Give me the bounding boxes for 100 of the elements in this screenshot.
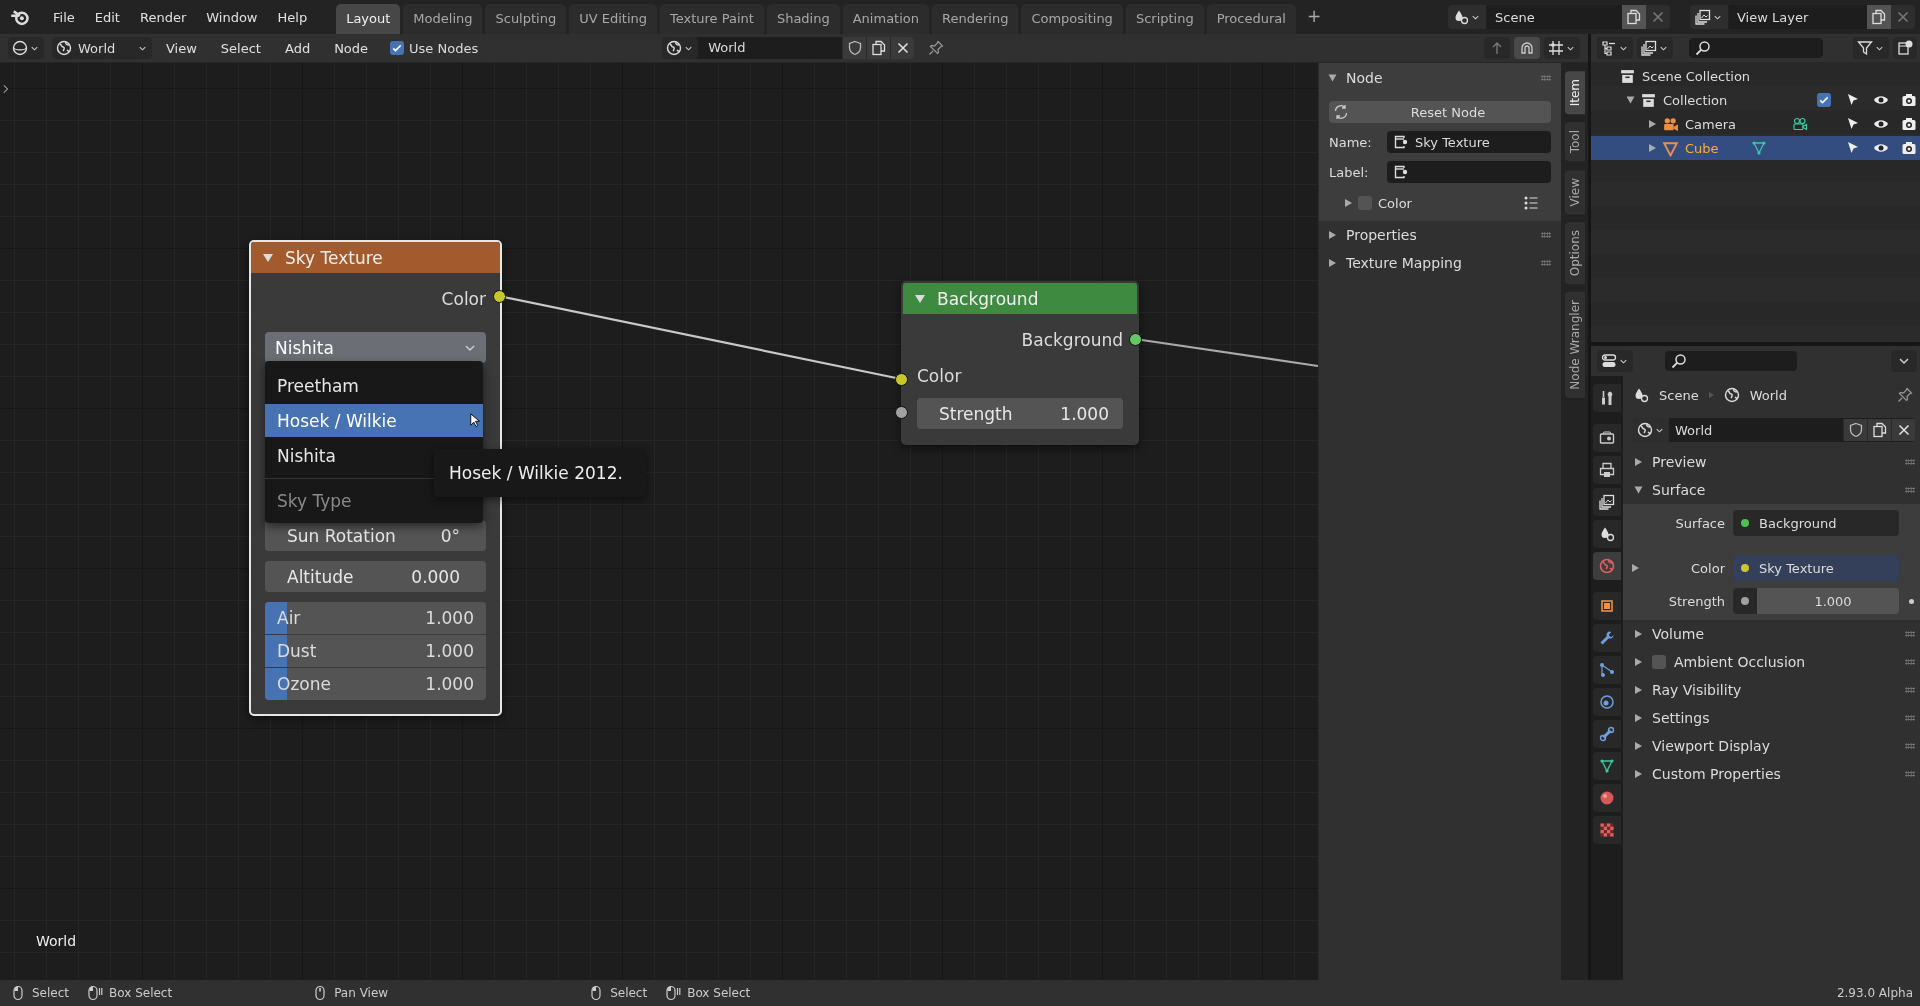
menu-item[interactable]: File xyxy=(44,5,84,29)
use-nodes-checkbox[interactable]: Use Nodes xyxy=(390,40,479,56)
search-field[interactable] xyxy=(1665,351,1797,371)
drag-grip-icon[interactable] xyxy=(1541,75,1551,81)
panel-header[interactable]: Ray Visibility xyxy=(1623,676,1920,704)
object-tab[interactable] xyxy=(1593,592,1621,620)
material-tab[interactable] xyxy=(1593,784,1621,812)
menu-item[interactable]: Select xyxy=(210,37,271,59)
menu-item[interactable]: Edit xyxy=(85,5,129,29)
drag-grip-icon[interactable] xyxy=(1905,659,1915,665)
camera-icon[interactable] xyxy=(1901,92,1917,108)
menu-option[interactable]: Preetham xyxy=(265,369,483,402)
breadcrumb-item[interactable]: World xyxy=(1749,387,1787,403)
pin-icon[interactable] xyxy=(1897,387,1913,403)
outliner-row[interactable]: Collection xyxy=(1591,88,1920,112)
checkbox[interactable] xyxy=(1652,655,1666,669)
workspace-tab[interactable]: Modeling xyxy=(403,4,483,34)
panel-header[interactable]: Surface xyxy=(1623,476,1920,504)
texture-tab[interactable] xyxy=(1593,816,1621,844)
snap-button[interactable] xyxy=(1514,37,1540,59)
outliner-row[interactable]: Scene Collection xyxy=(1591,64,1920,88)
search-field[interactable] xyxy=(1689,38,1824,58)
sidebar-tab[interactable]: Options xyxy=(1564,222,1585,285)
editor-type-button[interactable] xyxy=(1597,350,1633,372)
workspace-tab[interactable]: Texture Paint xyxy=(660,4,764,34)
panel-header[interactable]: Viewport Display xyxy=(1623,732,1920,760)
node-title-bar[interactable]: Sky Texture xyxy=(251,242,500,273)
camera-data-icon[interactable] xyxy=(1792,116,1809,132)
camera-icon[interactable] xyxy=(1901,116,1917,132)
workspace-tab[interactable]: Sculpting xyxy=(485,4,567,34)
panel-header[interactable]: Custom Properties xyxy=(1623,760,1920,788)
new-collection-button[interactable] xyxy=(1893,37,1917,59)
drag-grip-icon[interactable] xyxy=(1905,743,1915,749)
panel-header[interactable]: Settings xyxy=(1623,704,1920,732)
workspace-tab[interactable]: UV Editing xyxy=(569,4,657,34)
close-button[interactable] xyxy=(890,37,915,59)
editor-type-button[interactable] xyxy=(8,37,44,59)
workspace-tab[interactable]: Scripting xyxy=(1125,4,1204,34)
drag-grip-icon[interactable] xyxy=(1905,631,1915,637)
drag-grip-icon[interactable] xyxy=(1541,260,1551,266)
menu-item[interactable]: Window xyxy=(197,5,267,29)
disclosure-triangle-icon[interactable] xyxy=(1649,120,1656,128)
display-mode-dropdown[interactable] xyxy=(1637,37,1673,59)
mesh-data-tab[interactable] xyxy=(1593,752,1621,780)
scene-browse-button[interactable] xyxy=(1448,5,1487,29)
add-workspace-button[interactable]: + xyxy=(1298,1,1330,34)
disclosure-triangle-icon[interactable] xyxy=(1649,144,1656,152)
tool-tab[interactable] xyxy=(1593,384,1621,412)
sidebar-tab[interactable]: Node Wrangler xyxy=(1564,292,1585,399)
sidebar-tab[interactable]: Tool xyxy=(1564,122,1585,162)
disclosure-triangle-icon[interactable] xyxy=(1328,74,1337,82)
drag-grip-icon[interactable] xyxy=(1905,687,1915,693)
camera-icon[interactable] xyxy=(1901,140,1917,156)
drag-grip-icon[interactable] xyxy=(1905,771,1915,777)
app-logo-icon[interactable] xyxy=(10,7,30,27)
number-field[interactable]: 1.000 xyxy=(1733,588,1899,614)
disclosure-triangle-icon[interactable] xyxy=(1635,742,1642,750)
snap-mode-dropdown[interactable] xyxy=(1544,37,1580,59)
panel-header[interactable]: Preview xyxy=(1623,448,1920,476)
workspace-tab[interactable]: Shading xyxy=(766,4,840,34)
outliner-row[interactable]: Camera xyxy=(1591,112,1920,136)
close-button[interactable] xyxy=(1891,419,1915,441)
editor-type-button[interactable] xyxy=(1597,37,1633,59)
menu-item[interactable]: Node xyxy=(324,37,379,59)
disclosure-triangle-icon[interactable] xyxy=(1329,231,1336,239)
particles-tab[interactable] xyxy=(1593,656,1621,684)
drag-grip-icon[interactable] xyxy=(1541,232,1551,238)
reset-node-button[interactable]: Reset Node xyxy=(1329,101,1551,123)
socket-link-field[interactable]: Sky Texture xyxy=(1733,555,1899,581)
number-field[interactable]: Strength 1.000 xyxy=(917,398,1123,429)
disclosure-triangle-icon[interactable] xyxy=(1635,458,1642,466)
breadcrumb-item[interactable]: Scene xyxy=(1659,387,1699,403)
fake-user-button[interactable] xyxy=(1843,419,1867,441)
workspace-tab[interactable]: Procedural xyxy=(1206,4,1296,34)
parent-node-button[interactable] xyxy=(1484,37,1510,59)
physics-tab[interactable] xyxy=(1593,688,1621,716)
outliner-row[interactable]: Cube xyxy=(1591,136,1920,160)
view-layer-browse-button[interactable] xyxy=(1690,5,1729,29)
camera-tab[interactable] xyxy=(1593,424,1621,452)
printer-tab[interactable] xyxy=(1593,456,1621,484)
menu-option[interactable]: Hosek / Wilkie xyxy=(265,404,483,437)
number-field[interactable]: Altitude 0.000 xyxy=(265,561,486,592)
filter-button[interactable] xyxy=(1853,37,1890,59)
workspace-tab[interactable]: Layout xyxy=(336,4,401,34)
copy-view-layer-button[interactable] xyxy=(1867,5,1891,29)
menu-item[interactable]: Render xyxy=(130,5,196,29)
list-icon[interactable] xyxy=(1523,195,1539,211)
triangle-data-icon[interactable] xyxy=(1750,140,1767,156)
workspace-tab[interactable]: Compositing xyxy=(1021,4,1123,34)
checkbox[interactable] xyxy=(1817,93,1831,107)
workspace-tab[interactable]: Rendering xyxy=(932,4,1019,34)
panel-header[interactable]: Node xyxy=(1319,63,1561,93)
image-stack-tab[interactable] xyxy=(1593,488,1621,516)
shader-type-dropdown[interactable]: World xyxy=(52,37,152,59)
scene-tab[interactable] xyxy=(1593,520,1621,548)
background-node[interactable]: Background Background Color Strength 1.000 xyxy=(901,281,1139,445)
panel-header[interactable]: Volume xyxy=(1623,620,1920,648)
collapse-triangle-icon[interactable] xyxy=(915,294,925,303)
world-browse-button[interactable] xyxy=(662,37,699,59)
drag-grip-icon[interactable] xyxy=(1905,459,1915,465)
